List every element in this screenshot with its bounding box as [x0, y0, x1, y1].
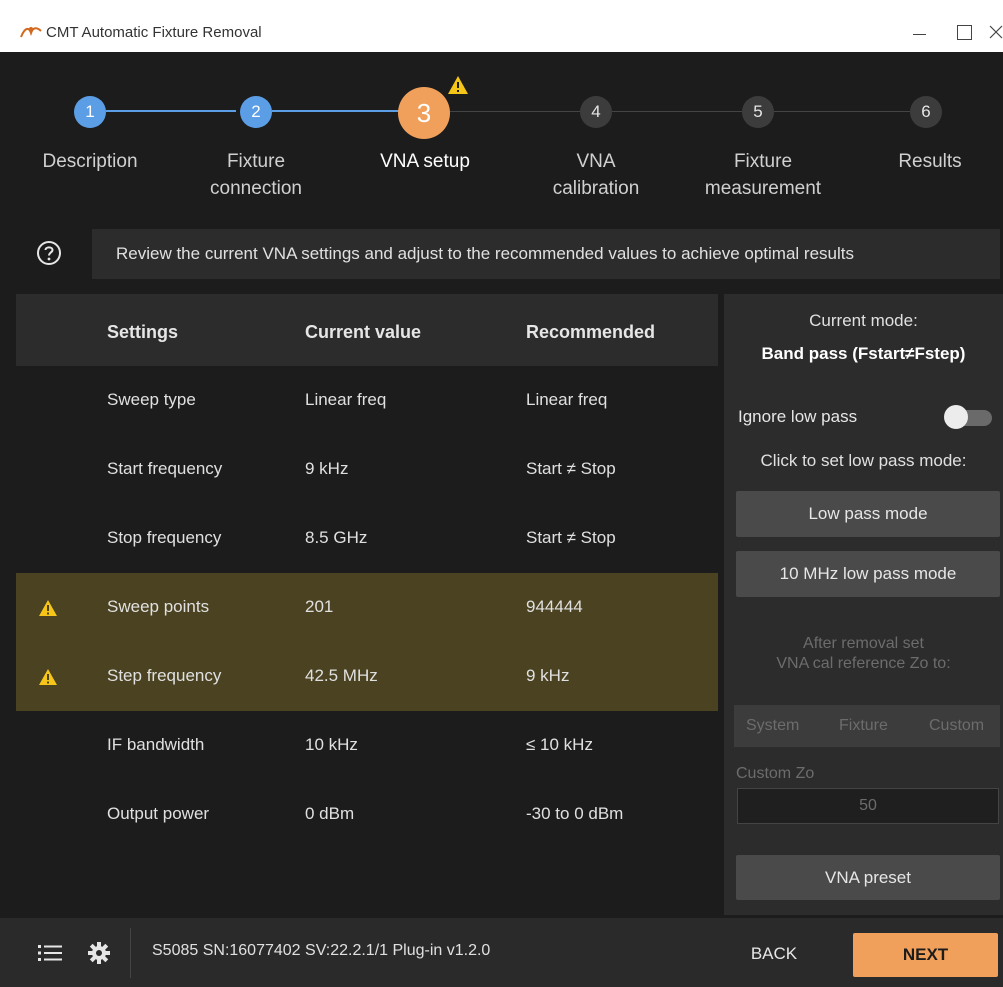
mode-panel: Current mode: Band pass (Fstart≠Fstep) I…: [724, 294, 1003, 748]
step-label-line: measurement: [704, 178, 822, 199]
step-connector: [612, 111, 742, 112]
step-connector: [774, 111, 910, 112]
step-4-label[interactable]: VNA calibration: [521, 148, 671, 202]
header-recommended: Recommended: [526, 322, 656, 342]
table-header: Settings Current value Recommended: [16, 294, 718, 366]
step-1-label[interactable]: Description: [15, 148, 165, 175]
vna-preset-button[interactable]: VNA preset: [736, 855, 1000, 900]
step-label-line: VNA: [576, 151, 616, 172]
table-row: Stop frequency 8.5 GHz Start ≠ Stop: [16, 504, 718, 573]
setting-name: Sweep points: [107, 597, 210, 616]
after-removal-line: VNA cal reference Zo to:: [776, 655, 951, 672]
step-label-line: Results: [898, 151, 962, 172]
setting-name: Output power: [107, 804, 210, 823]
recommended-value: 944444: [526, 597, 583, 616]
custom-zo-panel: Custom Zo 50 VNA preset: [724, 748, 1003, 915]
header-settings: Settings: [107, 322, 179, 342]
warning-icon: [39, 669, 57, 685]
zo-option-custom[interactable]: Custom: [929, 717, 984, 735]
step-connector: [450, 111, 580, 112]
warning-icon: [448, 76, 468, 94]
current-value: 10 kHz: [305, 735, 358, 754]
step-label-line: Fixture: [226, 151, 286, 172]
zo-reference-selector: System Fixture Custom: [734, 705, 1000, 747]
table-row: Sweep type Linear freq Linear freq: [16, 366, 718, 435]
custom-zo-label: Custom Zo: [736, 765, 815, 782]
device-info: S5085 SN:16077402 SV:22.2.1/1 Plug-in v1…: [152, 942, 491, 959]
window-title: CMT Automatic Fixture Removal: [46, 24, 262, 41]
step-5-circle[interactable]: 5: [742, 96, 774, 128]
minimize-icon[interactable]: [905, 20, 935, 44]
table-row: Output power 0 dBm -30 to 0 dBm: [16, 780, 718, 849]
step-label-line: Fixture: [733, 151, 793, 172]
toggle-knob: [944, 405, 968, 429]
step-5-label[interactable]: Fixture measurement: [688, 148, 838, 202]
table-row-warning: Sweep points 201 944444: [16, 573, 718, 642]
header-current-value: Current value: [305, 322, 422, 342]
recommended-value: 9 kHz: [526, 666, 570, 685]
step-3-label[interactable]: VNA setup: [350, 148, 500, 175]
settings-table: Settings Current value Recommended Sweep…: [16, 294, 718, 849]
recommended-value: -30 to 0 dBm: [526, 804, 624, 823]
ignore-low-pass-toggle[interactable]: [942, 404, 996, 430]
current-value: 8.5 GHz: [305, 528, 368, 547]
recommended-value: ≤ 10 kHz: [526, 735, 593, 754]
recommended-value: Start ≠ Stop: [526, 528, 616, 547]
zo-option-fixture[interactable]: Fixture: [839, 717, 888, 735]
step-label-line: calibration: [552, 178, 640, 199]
table-row-warning: Step frequency 42.5 MHz 9 kHz: [16, 642, 718, 711]
step-6-label[interactable]: Results: [855, 148, 1003, 175]
current-value: Linear freq: [305, 390, 387, 409]
close-icon[interactable]: [989, 20, 1003, 44]
step-label-line: VNA setup: [380, 151, 470, 172]
step-3-circle[interactable]: 3: [398, 87, 450, 139]
cmt-logo-icon: [20, 27, 42, 38]
setting-name: Stop frequency: [107, 528, 222, 547]
zo-option-system[interactable]: System: [746, 717, 799, 735]
setting-name: Start frequency: [107, 459, 223, 478]
help-icon[interactable]: [36, 240, 62, 266]
recommended-value: Start ≠ Stop: [526, 459, 616, 478]
custom-zo-input[interactable]: 50: [737, 788, 999, 824]
setting-name: Sweep type: [107, 390, 196, 409]
step-connector: [106, 110, 236, 112]
step-connector: [272, 110, 402, 112]
step-2-circle[interactable]: 2: [240, 96, 272, 128]
current-mode-value: Band pass (Fstart≠Fstep): [761, 344, 966, 363]
step-4-circle[interactable]: 4: [580, 96, 612, 128]
setting-name: Step frequency: [107, 666, 222, 685]
recommended-value: Linear freq: [526, 390, 608, 409]
after-removal-label: After removal set VNA cal reference Zo t…: [724, 634, 1003, 674]
click-to-set-label: Click to set low pass mode:: [760, 451, 967, 470]
step-label-line: Description: [42, 151, 138, 172]
next-button[interactable]: NEXT: [853, 933, 998, 977]
step-label-line: connection: [210, 178, 302, 199]
current-value: 9 kHz: [305, 459, 349, 478]
maximize-icon[interactable]: [949, 20, 979, 44]
gear-icon[interactable]: [88, 942, 110, 964]
low-pass-mode-button[interactable]: Low pass mode: [736, 491, 1000, 537]
current-value: 0 dBm: [305, 804, 355, 823]
step-6-circle[interactable]: 6: [910, 96, 942, 128]
current-value: 42.5 MHz: [305, 666, 378, 685]
title-bar: CMT Automatic Fixture Removal: [0, 0, 1003, 52]
ignore-low-pass-label: Ignore low pass: [738, 407, 858, 426]
info-message: Review the current VNA settings and adju…: [92, 229, 1000, 279]
footer-bar: S5085 SN:16077402 SV:22.2.1/1 Plug-in v1…: [0, 918, 1003, 987]
after-removal-line: After removal set: [803, 635, 924, 652]
current-mode-title: Current mode:: [809, 311, 918, 330]
warning-icon: [39, 600, 57, 616]
menu-icon[interactable]: [38, 944, 62, 962]
table-row: IF bandwidth 10 kHz ≤ 10 kHz: [16, 711, 718, 780]
table-row: Start frequency 9 kHz Start ≠ Stop: [16, 435, 718, 504]
setting-name: IF bandwidth: [107, 735, 205, 754]
step-1-circle[interactable]: 1: [74, 96, 106, 128]
step-2-label[interactable]: Fixture connection: [181, 148, 331, 202]
back-button[interactable]: BACK: [734, 934, 814, 974]
footer-divider: [130, 928, 131, 978]
10mhz-low-pass-mode-button[interactable]: 10 MHz low pass mode: [736, 551, 1000, 597]
current-value: 201: [305, 597, 334, 616]
